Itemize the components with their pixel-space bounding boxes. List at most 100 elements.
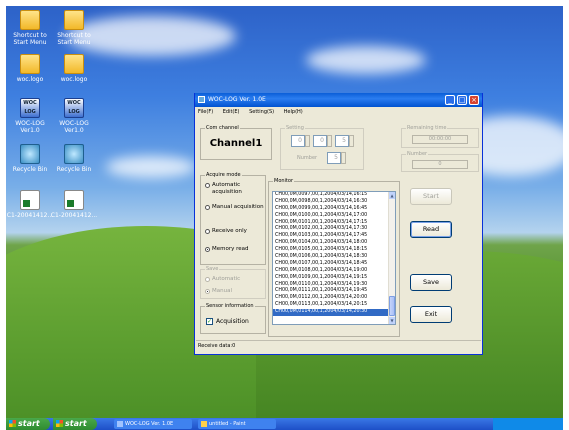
radio-automatic-acquisition[interactable]: Automatic acquisition <box>205 182 265 196</box>
recycle-bin-2[interactable]: Recycle Bin <box>50 144 98 173</box>
taskbar: start start WOC-LOG Ver. 1.0E untitled -… <box>6 418 563 430</box>
icon-label: WOC-LOG Ver1.0 <box>59 120 89 134</box>
taskbar-item-woc-log[interactable]: WOC-LOG Ver. 1.0E <box>114 419 192 429</box>
radio-save-manual[interactable]: Manual <box>205 288 265 296</box>
radio-label: Memory read <box>212 246 249 252</box>
shortcut-start-menu-1[interactable]: Shortcut to Start Menu <box>6 10 54 46</box>
menu-bar: File(F) Edit(E) Setting(S) Help(H) <box>195 108 482 117</box>
woc-log-window: WOC-LOG Ver. 1.0E _ □ × File(F) Edit(E) … <box>194 93 483 355</box>
setting-spin-3 <box>349 135 354 147</box>
radio-label: Manual acquisition <box>212 204 264 210</box>
icon-label: woc.logo <box>60 76 88 83</box>
close-button[interactable]: × <box>469 95 479 105</box>
acquire-mode-group: Acquire mode Automatic acquisition Manua… <box>200 172 266 265</box>
list-item[interactable]: CH00,0M,0097,00,1,2004/03/14,16:15 <box>273 192 395 199</box>
monitor-scrollbar[interactable]: ▲ ▼ <box>388 192 395 324</box>
minimize-button[interactable]: _ <box>445 95 455 105</box>
list-item[interactable]: CH00,0M,0109,00,1,2004/03/14,19:15 <box>273 275 395 282</box>
start-label: start <box>65 419 87 428</box>
start-label: start <box>18 419 40 428</box>
exit-button[interactable]: Exit <box>410 306 452 323</box>
radio-dot <box>205 277 210 282</box>
setting-field-1: 0 <box>291 135 305 147</box>
read-button[interactable]: Read <box>410 221 452 238</box>
icon-label: C1-20041412... <box>50 212 98 219</box>
woc-log-app-2[interactable]: WOC LOG WOC-LOG Ver1.0 <box>50 98 98 134</box>
taskbar-item-paint[interactable]: untitled - Paint <box>198 419 276 429</box>
list-item[interactable]: CH00,0M,0114,00,1,2004/03/14,20:30 <box>273 309 395 317</box>
radio-label: Automatic <box>212 276 241 282</box>
woc-log-app-1[interactable]: WOC LOG WOC-LOG Ver1.0 <box>6 98 54 134</box>
app-icon <box>117 421 123 427</box>
menu-edit[interactable]: Edit(E) <box>223 109 240 115</box>
list-item[interactable]: CH00,0M,0106,00,1,2004/03/14,18:30 <box>273 254 395 261</box>
setting-field-2: 0 <box>313 135 327 147</box>
radio-label: Manual <box>212 288 232 294</box>
csv-file-2[interactable]: C1-20041412... <box>50 190 98 219</box>
radio-memory-read[interactable]: Memory read <box>205 246 265 254</box>
save-group-label: Save <box>205 266 220 273</box>
icon-label: C1-20041412... <box>6 212 54 219</box>
list-item[interactable]: CH00,0M,0108,00,1,2004/03/14,19:00 <box>273 268 395 275</box>
start-button-1[interactable]: start <box>6 418 50 430</box>
menu-setting[interactable]: Setting(S) <box>249 109 274 115</box>
icon-label: Recycle Bin <box>56 166 92 173</box>
status-bar: Receive data:0 <box>196 340 481 351</box>
remaining-time-label: Remaining time <box>406 125 448 132</box>
folder-shortcut-icon <box>64 10 84 30</box>
task-label: WOC-LOG Ver. 1.0E <box>125 421 174 427</box>
radio-label: Automatic acquisition <box>212 182 242 195</box>
scroll-up-icon[interactable]: ▲ <box>389 192 395 199</box>
folder-icon <box>20 54 40 74</box>
number-group-label: Number <box>406 151 429 158</box>
monitor-label: Monitor <box>273 178 295 185</box>
cloud <box>106 156 196 178</box>
csv-file-1[interactable]: C1-20041412... <box>6 190 54 219</box>
paint-icon <box>201 421 207 427</box>
icon-label: Shortcut to Start Menu <box>13 32 47 46</box>
scrollbar-thumb[interactable] <box>389 296 395 316</box>
task-label: untitled - Paint <box>209 421 246 427</box>
setting-spin-1 <box>305 135 310 147</box>
save-button[interactable]: Save <box>410 274 452 291</box>
recycle-bin-icon <box>64 144 84 164</box>
menu-file[interactable]: File(F) <box>198 109 213 115</box>
start-button[interactable]: Start <box>410 188 452 205</box>
shortcut-start-menu-2[interactable]: Shortcut to Start Menu <box>50 10 98 46</box>
monitor-list[interactable]: CH00,0M,0097,00,1,2004/03/14,16:15 CH00,0… <box>272 191 396 325</box>
woc-app-icon: WOC LOG <box>20 98 40 118</box>
radio-save-automatic[interactable]: Automatic <box>205 276 265 284</box>
folder-shortcut-icon <box>20 10 40 30</box>
menu-help[interactable]: Help(H) <box>284 109 303 115</box>
radio-manual-acquisition[interactable]: Manual acquisition <box>205 204 265 218</box>
number-spin <box>341 152 346 164</box>
number-group: Number 0 <box>401 151 479 172</box>
woc-logo-folder-1[interactable]: woc.logo <box>6 54 54 83</box>
icon-label: Recycle Bin <box>12 166 48 173</box>
monitor-rows: CH00,0M,0097,00,1,2004/03/14,16:15 CH00,0… <box>273 192 395 317</box>
list-item[interactable]: CH00,0M,0107,00,1,2004/03/14,18:45 <box>273 261 395 268</box>
title-bar[interactable]: WOC-LOG Ver. 1.0E _ □ × <box>195 93 482 107</box>
acquisition-checkbox[interactable]: ✓ <box>206 318 213 325</box>
start-button-2[interactable]: start <box>53 418 97 430</box>
app-icon <box>198 96 205 103</box>
list-item[interactable]: CH00,0M,0105,00,1,2004/03/14,18:15 <box>273 247 395 254</box>
list-item[interactable]: CH00,0M,0100,00,1,2004/03/14,17:00 <box>273 213 395 220</box>
radio-dot <box>205 229 210 234</box>
setting-spin-2 <box>327 135 332 147</box>
radio-dot-selected <box>205 247 210 252</box>
recycle-bin-1[interactable]: Recycle Bin <box>6 144 54 173</box>
radio-receive-only[interactable]: Receive only <box>205 228 265 236</box>
sensor-information-label: Sensor information <box>205 303 255 310</box>
maximize-button[interactable]: □ <box>457 95 467 105</box>
scroll-down-icon[interactable]: ▼ <box>389 317 395 324</box>
setting-field-3: 5 <box>335 135 349 147</box>
number-field: 5 <box>327 152 341 164</box>
list-item[interactable]: CH00,0M,0099,00,1,2004/03/14,16:45 <box>273 206 395 213</box>
window-title: WOC-LOG Ver. 1.0E <box>208 96 266 103</box>
status-text: Receive data:0 <box>198 343 236 349</box>
remaining-time-value: 00:00:00 <box>412 135 468 144</box>
woc-logo-folder-2[interactable]: woc.logo <box>50 54 98 83</box>
setting-label: Setting <box>285 125 305 132</box>
list-item[interactable]: CH00,0M,0098,00,1,2004/03/14,16:30 <box>273 199 395 206</box>
